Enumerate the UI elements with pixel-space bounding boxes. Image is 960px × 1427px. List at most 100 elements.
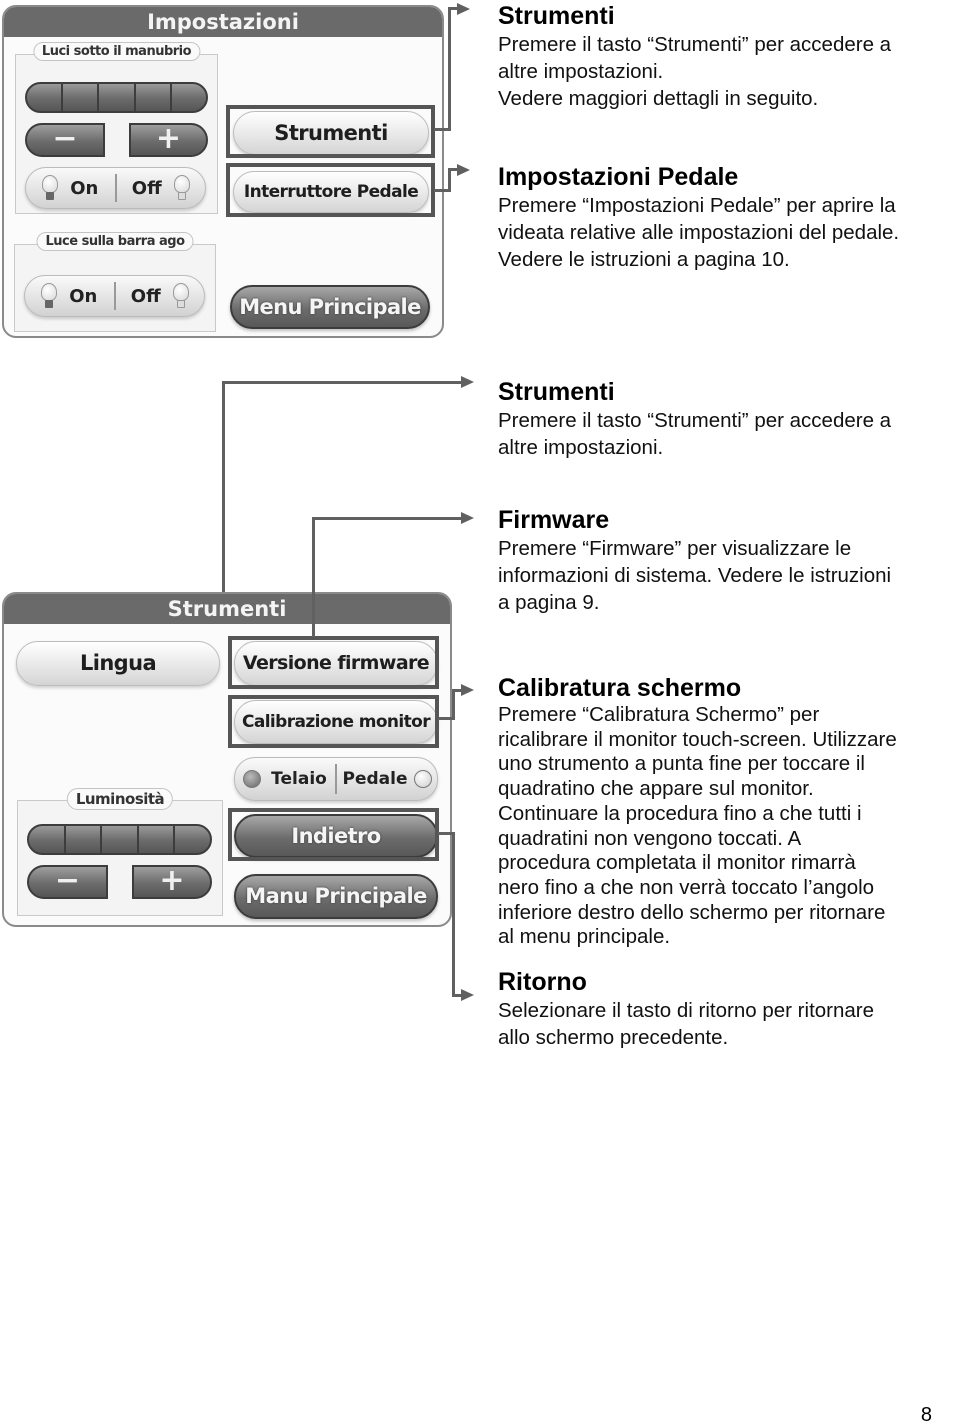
slider-segment[interactable] — [172, 84, 206, 111]
desc-line: Premere il tasto “Strumenti” per acceder… — [498, 33, 892, 56]
on-label: On — [70, 177, 99, 199]
arrow-right-icon — [461, 684, 474, 696]
desc-line: Premere “Firmware” per visualizzare le — [498, 537, 852, 560]
slider-segment[interactable] — [66, 826, 103, 853]
desc-line: Selezionare il tasto di ritorno per rito… — [498, 999, 875, 1022]
radio-selected-icon — [243, 770, 262, 788]
desc-line: altre impostazioni. — [498, 436, 664, 459]
pedale-option[interactable]: Pedale — [337, 758, 437, 800]
page-number: 8 — [920, 1404, 932, 1426]
desc-calibratura: Calibratura schermo Premere “Calibratura… — [498, 673, 960, 950]
needle-bar-light-toggle: On Off — [24, 275, 205, 317]
panel-title: Strumenti — [4, 594, 450, 624]
slider-segment[interactable] — [27, 84, 64, 111]
desc-line: uno strumento a punta fine per toccare i… — [498, 752, 865, 776]
desc-line: allo schermo precedente. — [498, 1026, 729, 1049]
desc-line: a pagina 9. — [498, 591, 600, 614]
strumenti-highlight-frame — [226, 105, 435, 158]
slider-segment[interactable] — [99, 84, 136, 111]
interruttore-pedale-highlight-frame — [226, 163, 435, 217]
lightbulb-off-icon — [173, 175, 190, 201]
desc-strumenti-1: Strumenti Premere il tasto “Strumenti” p… — [498, 1, 960, 112]
on-option[interactable]: On — [26, 168, 115, 208]
desc-line: informazioni di sistema. Vedere le istru… — [498, 564, 892, 587]
radio-unselected-icon — [413, 770, 432, 788]
panel-title: Impostazioni — [4, 7, 442, 37]
telaio-pedale-toggle: Telaio Pedale — [234, 757, 438, 801]
decrease-button[interactable]: − — [25, 123, 105, 157]
brightness-slider[interactable] — [27, 824, 212, 855]
desc-line: videata relative alle impostazioni del p… — [498, 221, 900, 244]
on-label: On — [69, 285, 98, 307]
pedale-label: Pedale — [342, 769, 408, 789]
off-label: Off — [130, 285, 161, 307]
on-option[interactable]: On — [25, 276, 114, 316]
desc-line: inferiore destro dello schermo per ritor… — [498, 900, 886, 924]
desc-line: nero fino a che non verrà toccato l’ango… — [498, 875, 875, 899]
connector-line — [312, 517, 462, 520]
desc-line: altre impostazioni. — [498, 60, 664, 83]
connector-line — [452, 689, 455, 720]
lightbulb-off-icon — [172, 283, 189, 309]
increase-button[interactable]: + — [129, 123, 208, 157]
connector-line — [448, 168, 451, 192]
lightbulb-on-icon — [42, 175, 59, 201]
slider-segment[interactable] — [136, 84, 172, 111]
desc-impostazioni-pedale: Impostazioni Pedale Premere “Impostazion… — [498, 162, 960, 273]
desc-line: procedura completata il monitor rimarrà — [498, 851, 856, 875]
desc-line: Premere il tasto “Strumenti” per acceder… — [498, 409, 892, 432]
desc-firmware: Firmware Premere “Firmware” per visualiz… — [498, 505, 960, 616]
menu-principale-button[interactable]: Menu Principale — [230, 285, 430, 329]
desc-line: quadratino che appare sul monitor. — [498, 777, 814, 801]
desc-line: al menu principale. — [498, 925, 671, 949]
desc-strumenti-2: Strumenti Premere il tasto “Strumenti” p… — [498, 377, 960, 461]
connector-line — [448, 7, 451, 131]
arrow-right-icon — [461, 512, 474, 524]
slider-segment[interactable] — [29, 826, 66, 853]
slider-segment[interactable] — [63, 84, 100, 111]
section-heading: Strumenti — [498, 2, 615, 30]
arrow-right-icon — [461, 989, 474, 1001]
calibrazione-monitor-highlight-frame — [228, 695, 439, 748]
group-label: Luci sotto il manubrio — [32, 42, 201, 61]
desc-line: Premere “Impostazioni Pedale” per aprire… — [498, 194, 896, 217]
telaio-label: Telaio — [271, 769, 327, 789]
lingua-button[interactable]: Lingua — [16, 641, 220, 686]
off-label: Off — [131, 177, 162, 199]
handlebar-lights-group: Luci sotto il manubrio − + On Off — [15, 42, 218, 214]
section-heading: Calibratura schermo — [498, 674, 742, 702]
desc-line: Continuare la procedura fino a che tutti… — [498, 801, 862, 825]
connector-line — [222, 381, 225, 592]
desc-line: ricalibrare il monitor touch-screen. Uti… — [498, 727, 897, 751]
slider-segment[interactable] — [175, 826, 210, 853]
arrow-right-icon — [461, 376, 474, 388]
slider-segment[interactable] — [139, 826, 176, 853]
connector-line — [222, 381, 462, 384]
desc-line: quadratini non vengono toccati. A — [498, 826, 802, 850]
section-heading: Strumenti — [498, 378, 615, 406]
slider-segment[interactable] — [102, 826, 139, 853]
section-heading: Ritorno — [498, 968, 587, 996]
connector-line — [452, 832, 455, 997]
off-option[interactable]: Off — [116, 276, 205, 316]
section-heading: Impostazioni Pedale — [498, 163, 739, 191]
brightness-group: Luminosità − + — [17, 788, 223, 916]
versione-firmware-highlight-frame — [228, 636, 439, 689]
handlebar-light-toggle: On Off — [25, 167, 206, 209]
group-label: Luminosità — [66, 788, 174, 810]
handlebar-light-slider[interactable] — [25, 82, 208, 113]
group-label: Luce sulla barra ago — [36, 232, 194, 251]
desc-line: Premere “Calibratura Schermo” per — [498, 703, 820, 726]
section-heading: Firmware — [498, 506, 610, 534]
indietro-highlight-frame — [228, 808, 439, 861]
desc-line: Vedere maggiori dettagli in seguito. — [498, 87, 819, 110]
menu-principale-button[interactable]: Manu Principale — [234, 874, 438, 919]
telaio-option[interactable]: Telaio — [235, 758, 335, 800]
connector-line — [312, 517, 315, 637]
arrow-right-icon — [457, 3, 470, 15]
decrease-brightness-button[interactable]: − — [27, 865, 108, 899]
desc-ritorno: Ritorno Selezionare il tasto di ritorno … — [498, 967, 960, 1051]
lightbulb-on-icon — [41, 283, 58, 309]
off-option[interactable]: Off — [117, 168, 206, 208]
increase-brightness-button[interactable]: + — [132, 865, 212, 899]
